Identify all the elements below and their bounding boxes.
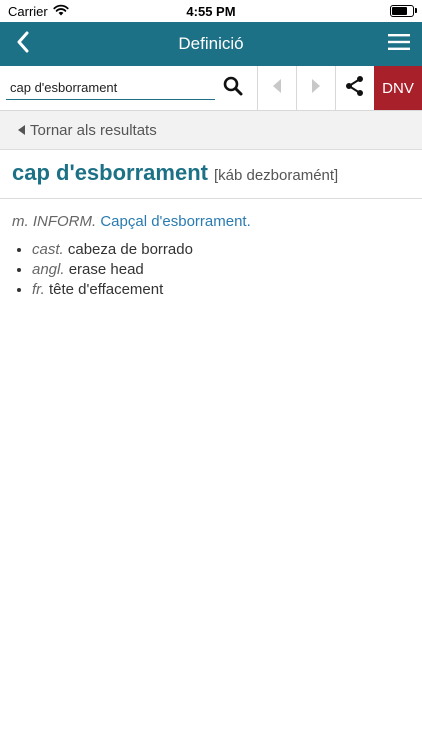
translation-text: cabeza de borrado (67, 241, 193, 258)
share-icon (345, 75, 365, 102)
dnv-button[interactable]: DNV (374, 66, 422, 110)
chevron-left-icon (16, 31, 30, 58)
triangle-right-icon (311, 78, 321, 99)
search-button[interactable] (215, 76, 251, 101)
search-input[interactable] (6, 80, 215, 95)
pronunciation: [káb dezboramént] (213, 167, 339, 184)
back-to-results-label: Tornar als resultats (30, 121, 157, 139)
caret-left-icon (18, 122, 26, 139)
previous-entry-button[interactable] (257, 66, 296, 110)
translation-lang: angl. (32, 261, 65, 278)
grammar-label: m. INFORM. (12, 213, 97, 230)
search-icon (223, 76, 243, 101)
toolbar: DNV (0, 66, 422, 111)
back-button[interactable] (8, 29, 38, 59)
share-button[interactable] (335, 66, 374, 110)
wifi-icon (53, 4, 69, 19)
nav-bar: Definició (0, 22, 422, 66)
definition: m. INFORM. Capçal d'esborrament. cast. c… (0, 199, 422, 300)
list-item: cast. cabeza de borrado (32, 240, 410, 260)
translation-text: tête d'effacement (48, 281, 164, 298)
status-bar: Carrier 4:55 PM (0, 0, 422, 22)
definition-link[interactable]: Capçal d'esborrament. (100, 213, 250, 230)
next-entry-button[interactable] (296, 66, 335, 110)
hamburger-icon (387, 33, 410, 56)
translation-lang: fr. (32, 281, 45, 298)
search-input-wrap (6, 77, 215, 100)
translations-list: cast. cabeza de borrado angl. erase head… (12, 240, 410, 300)
list-item: angl. erase head (32, 260, 410, 280)
headword: cap d'esborrament (12, 160, 208, 185)
battery-fill (392, 7, 408, 15)
triangle-left-icon (272, 78, 282, 99)
menu-button[interactable] (384, 29, 414, 59)
carrier-label: Carrier (8, 3, 48, 19)
status-left: Carrier (8, 4, 69, 19)
search-area (0, 66, 257, 110)
page-title: Definició (178, 34, 244, 53)
translation-lang: cast. (32, 241, 64, 258)
battery-icon (390, 5, 417, 17)
translation-text: erase head (68, 261, 144, 278)
back-to-results-link[interactable]: Tornar als resultats (0, 111, 422, 150)
list-item: fr. tête d'effacement (32, 280, 410, 300)
status-time: 4:55 PM (186, 3, 236, 19)
entry-header: cap d'esborrament [káb dezboramént] (0, 150, 422, 199)
